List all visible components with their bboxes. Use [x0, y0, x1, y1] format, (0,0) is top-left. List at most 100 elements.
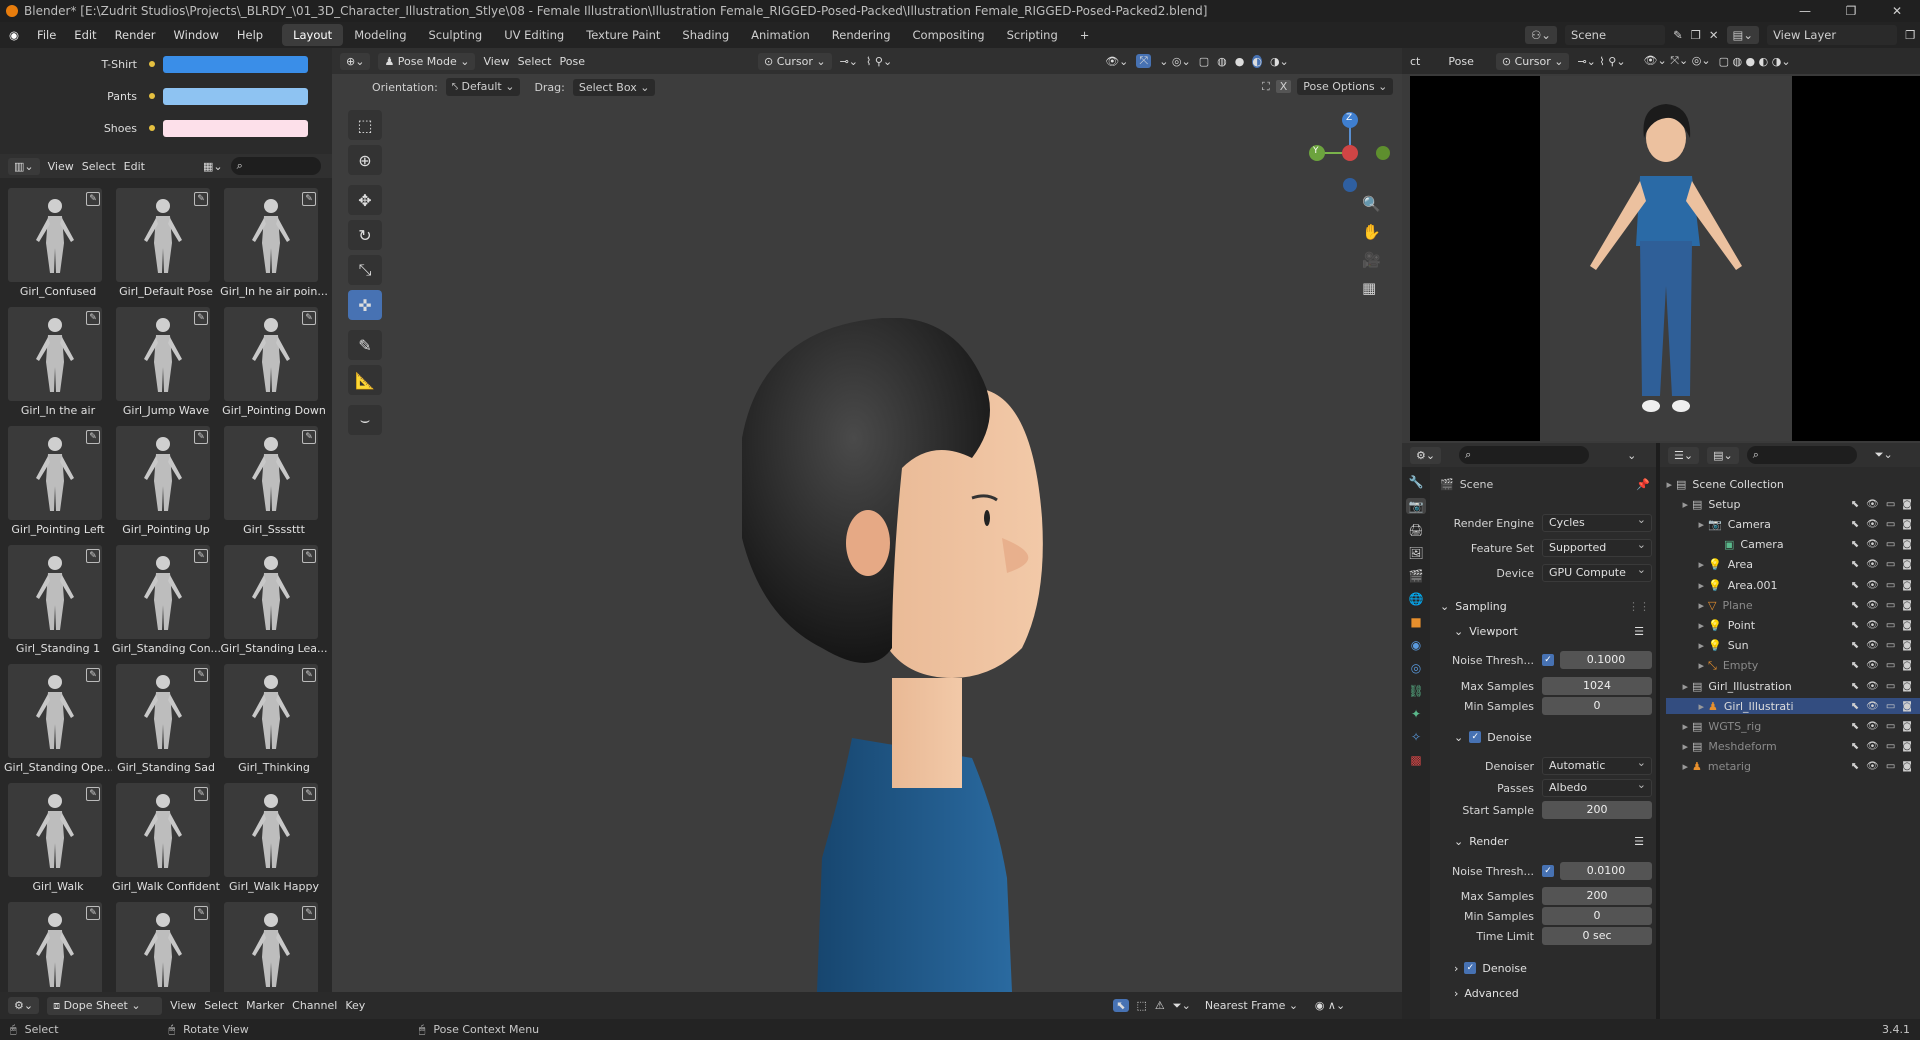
visibility-toggles[interactable]: ⬉ 👁 ▭ ◙ [1851, 559, 1912, 570]
menu-select[interactable]: Select [204, 999, 238, 1012]
pose-asset-tile[interactable]: ✎ Girl_Confused [4, 188, 102, 300]
pose-asset-tile[interactable]: ✎ Girl_Pointing Left [4, 426, 105, 538]
filter-icon[interactable]: ⏷⌄ [1875, 448, 1893, 462]
visibility-toggles[interactable]: ⬉ 👁 ▭ ◙ [1851, 499, 1912, 510]
pose-asset-tile[interactable]: ✎ Girl_Ssssttt [220, 426, 318, 538]
outliner-item[interactable]: ▸ 📷 Camera ⬉ 👁 ▭ ◙ [1666, 516, 1920, 532]
tool-tab-icon[interactable]: 🔧 [1409, 475, 1424, 489]
tab-rendering[interactable]: Rendering [821, 24, 902, 46]
only-selected-icon[interactable]: ⬉ [1113, 999, 1129, 1012]
disclosure-triangle-icon[interactable]: ▸ [1666, 659, 1708, 672]
disclosure-triangle-icon[interactable]: ▸ [1666, 619, 1708, 632]
mirror-icon[interactable]: ⛶ [1262, 80, 1270, 94]
view-layer-field[interactable]: View Layer [1767, 25, 1898, 45]
shading-render-icon[interactable]: ◑⌄ [1270, 55, 1289, 68]
drag-handle-icon[interactable]: ⋮⋮ [1628, 600, 1650, 613]
edit-pose-icon[interactable]: ✎ [194, 311, 208, 325]
snap-icon[interactable]: ⊸⌄ ⌇ ⚲⌄ [1577, 55, 1625, 68]
scene-selector-icon[interactable]: ⚇⌄ [1525, 26, 1557, 44]
pin-icon[interactable]: 📌 [1636, 478, 1650, 491]
properties-options-icon[interactable]: ⌄ [1627, 449, 1636, 462]
editor-type-icon[interactable]: ▥⌄ [8, 157, 40, 175]
dope-sheet-mode-dropdown[interactable]: ⧈ Dope Sheet ⌄ [47, 996, 163, 1015]
pose-asset-tile[interactable]: ✎ Girl_Walk [4, 783, 102, 895]
start-sample-field[interactable]: 200 [1542, 801, 1652, 819]
menu-channel[interactable]: Channel [292, 999, 337, 1012]
edit-pose-icon[interactable]: ✎ [302, 906, 316, 920]
outliner-item[interactable]: ▸ 💡 Point ⬉ 👁 ▭ ◙ [1666, 617, 1920, 633]
snap-icon[interactable]: ⊸⌄ [840, 55, 858, 68]
menu-view[interactable]: View [48, 160, 74, 173]
advanced-subsection-header[interactable]: › Advanced [1440, 983, 1650, 1003]
r-denoise-checkbox[interactable]: ✓ [1464, 962, 1477, 974]
bone-tab-icon[interactable]: ✧ [1411, 730, 1421, 744]
visibility-toggles[interactable]: ⬉ 👁 ▭ ◙ [1851, 519, 1912, 530]
pose-asset-tile[interactable]: ✎ Girl_Walk Confident [112, 783, 220, 895]
orientation-dropdown[interactable]: ⤣ Default ⌄ [445, 78, 521, 96]
blender-menu-icon[interactable]: ◉ [0, 28, 28, 42]
maximize-icon[interactable]: ❐ [1828, 0, 1874, 22]
camera-preview-viewport[interactable]: ct Pose ⊙ Cursor ⌄ ⊸⌄ ⌇ ⚲⌄ 👁⌄ ⤧⌄ ◎⌄ ▢ ◍ … [1402, 48, 1920, 443]
outliner-item[interactable]: ▸ ⤡ Empty ⬉ 👁 ▭ ◙ [1666, 658, 1920, 674]
visibility-toggles[interactable]: ⬉ 👁 ▭ ◙ [1851, 660, 1912, 671]
modifier-tab-icon[interactable]: ◉ [1411, 638, 1421, 652]
output-tab-icon[interactable]: 🖨 [1408, 523, 1423, 537]
edit-pose-icon[interactable]: ✎ [86, 668, 100, 682]
scale-tool-icon[interactable]: ⤡ [348, 255, 382, 285]
sampling-section-header[interactable]: ⌄ Sampling ⋮⋮ [1440, 596, 1650, 616]
outliner-item[interactable]: ▸ 💡 Area.001 ⬉ 👁 ▭ ◙ [1666, 577, 1920, 593]
keyframe-dot-icon[interactable] [149, 93, 155, 99]
vp-max-field[interactable]: 1024 [1542, 677, 1652, 695]
editor-type-icon[interactable]: ⊕⌄ [340, 52, 371, 70]
outliner-item[interactable]: ▸ 💡 Sun ⬉ 👁 ▭ ◙ [1666, 638, 1920, 654]
menu-help[interactable]: Help [228, 28, 272, 42]
edit-pose-icon[interactable]: ✎ [194, 787, 208, 801]
menu-marker[interactable]: Marker [246, 999, 284, 1012]
edit-pose-icon[interactable]: ✎ [86, 192, 100, 206]
view-layer-icon[interactable]: ▤⌄ [1726, 26, 1760, 44]
drag-dropdown[interactable]: Select Box ⌄ [572, 78, 656, 96]
edit-pose-icon[interactable]: ✎ [86, 549, 100, 563]
menu-window[interactable]: Window [165, 28, 228, 42]
outliner-item[interactable]: ▸ ▤ Setup ⬉ 👁 ▭ ◙ [1666, 496, 1920, 512]
zoom-icon[interactable]: 🔍 [1362, 195, 1381, 213]
tab-scripting[interactable]: Scripting [996, 24, 1069, 46]
edit-pose-icon[interactable]: ✎ [302, 311, 316, 325]
menu-render[interactable]: Render [106, 28, 165, 42]
disclosure-triangle-icon[interactable]: ▸ [1666, 639, 1708, 652]
edit-pose-icon[interactable]: ✎ [194, 192, 208, 206]
object-tab-icon[interactable]: ■ [1410, 615, 1421, 629]
pose-asset-tile[interactable]: ✎ Girl_Standing 1 [4, 545, 102, 657]
constraint-tab-icon[interactable]: ⛓ [1408, 684, 1423, 698]
edit-pose-icon[interactable]: ✎ [302, 430, 316, 444]
cursor-tool-icon[interactable]: ⊕ [348, 145, 382, 175]
new-view-layer-icon[interactable]: ❐ [1905, 28, 1915, 42]
pan-hand-icon[interactable]: ✋ [1362, 223, 1381, 241]
disclosure-triangle-icon[interactable]: ▸ [1666, 498, 1692, 511]
outliner-item[interactable]: ▸ ▤ Scene Collection [1666, 476, 1920, 492]
disclosure-triangle-icon[interactable]: ▸ [1666, 478, 1676, 491]
x-mirror-toggle[interactable]: X [1275, 80, 1292, 93]
transform-tool-icon[interactable]: ✜ [348, 290, 382, 320]
disclosure-triangle-icon[interactable]: ▸ [1666, 518, 1708, 531]
pose-options-dropdown[interactable]: Pose Options ⌄ [1297, 78, 1394, 95]
edit-pose-icon[interactable]: ✎ [194, 549, 208, 563]
tab-sculpting[interactable]: Sculpting [418, 24, 494, 46]
asset-search-input[interactable]: ⌕ [230, 157, 321, 175]
visibility-toggles[interactable]: ⬉ 👁 ▭ ◙ [1851, 600, 1912, 611]
visibility-icon[interactable]: 👁⌄ [1105, 55, 1128, 68]
new-scene-icon[interactable]: ❐ [1691, 28, 1701, 42]
menu-edit[interactable]: Edit [65, 28, 105, 42]
outliner-item[interactable]: ▸ ▤ Girl_Illustration ⬉ 👁 ▭ ◙ [1666, 678, 1920, 694]
visibility-toggles[interactable]: ⬉ 👁 ▭ ◙ [1851, 761, 1912, 772]
menu-edit[interactable]: Edit [124, 160, 145, 173]
outliner-item[interactable]: ▸ ▽ Plane ⬉ 👁 ▭ ◙ [1666, 597, 1920, 613]
pants-color-swatch[interactable] [163, 87, 308, 105]
outliner-item[interactable]: ▸ 💡 Area ⬉ 👁 ▭ ◙ [1666, 557, 1920, 573]
menu-view[interactable]: View [483, 55, 509, 68]
editor-type-icon[interactable]: ⚙⌄ [1410, 446, 1442, 464]
outliner-item[interactable]: ▸ ♟ metarig ⬉ 👁 ▭ ◙ [1666, 759, 1920, 775]
close-icon[interactable]: ✕ [1874, 0, 1920, 22]
render-subsection-header[interactable]: ⌄ Render ☰ [1440, 831, 1650, 851]
tab-compositing[interactable]: Compositing [902, 24, 996, 46]
